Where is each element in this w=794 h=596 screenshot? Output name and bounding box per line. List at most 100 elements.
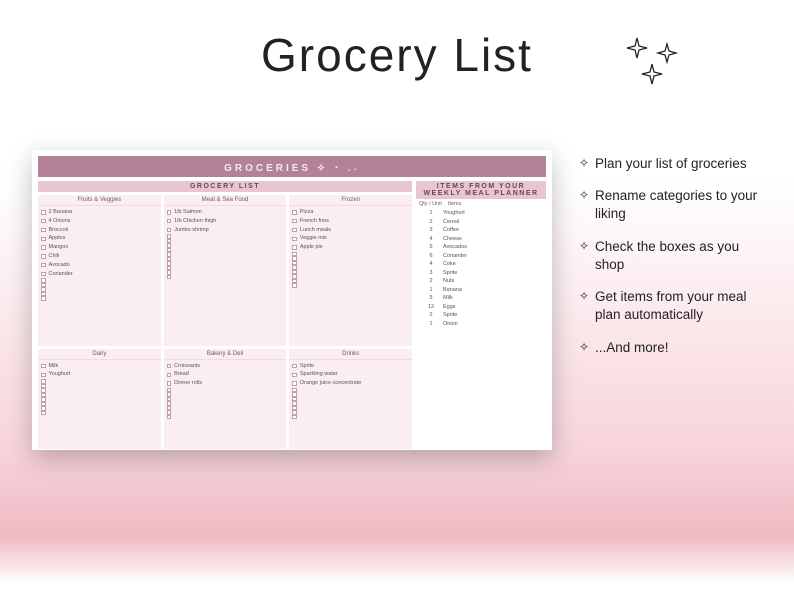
stars-icon [619, 30, 689, 90]
grocery-item: Avocado [41, 261, 158, 270]
item-label: Dinner rolls [174, 379, 202, 388]
planner-qty: 4 [419, 235, 443, 244]
checkbox[interactable] [167, 364, 172, 369]
items-col-header: Items [448, 201, 461, 207]
checkbox[interactable] [292, 415, 297, 420]
planner-qty: 12 [419, 303, 443, 312]
qty-col-header: Qty / Unit [419, 201, 442, 207]
planner-row: 4Cheese [419, 235, 543, 244]
checkbox[interactable] [167, 219, 172, 224]
planner-row: 12Eggs [419, 303, 543, 312]
planner-item: Nuts [443, 277, 543, 286]
checkbox[interactable] [292, 245, 297, 250]
category-column: Fruits & Veggies2 Banana4 OnionsBroccoli… [38, 195, 161, 346]
checkbox[interactable] [41, 210, 46, 215]
grocery-item-empty [41, 296, 158, 301]
item-label: 1lb Salmon [174, 208, 202, 217]
item-label: Veggie mix [300, 234, 327, 243]
grocery-item: 2 Banana [41, 208, 158, 217]
planner-item: Youghurt [443, 209, 543, 218]
checkbox[interactable] [292, 283, 297, 288]
planner-row: 3Sprite [419, 269, 543, 278]
grocery-item: Pizza [292, 208, 409, 217]
item-label: Sparkling water [300, 370, 338, 379]
item-label: Milk [49, 362, 59, 371]
category-title: Frozen [289, 195, 412, 206]
checkbox[interactable] [41, 254, 46, 259]
planner-row: 5Avocados [419, 243, 543, 252]
checkbox[interactable] [41, 263, 46, 268]
feature-item: Plan your list of groceries [579, 155, 764, 173]
item-label: Apples [49, 234, 66, 243]
planner-qty: 5 [419, 243, 443, 252]
item-label: Sprite [300, 362, 314, 371]
checkbox[interactable] [167, 381, 172, 386]
item-label: Pizza [300, 208, 313, 217]
planner-row: 4Coke [419, 260, 543, 269]
checkbox[interactable] [292, 210, 297, 215]
planner-row: 1Banana [419, 286, 543, 295]
category-title: Fruits & Veggies [38, 195, 161, 206]
planner-row: 1Youghurt [419, 209, 543, 218]
planner-row: 5Milk [419, 294, 543, 303]
planner-qty: 2 [419, 311, 443, 320]
planner-item: Coke [443, 260, 543, 269]
grocery-item: 1lb Salmon [167, 208, 284, 217]
checkbox[interactable] [41, 237, 46, 242]
category-title: Drinks [289, 349, 412, 360]
grocery-item: Lunch meals [292, 226, 409, 235]
item-label: Apple pie [300, 243, 323, 252]
item-label: Youghurt [49, 370, 71, 379]
planner-item: Cereal [443, 218, 543, 227]
planner-row: 6Coriander [419, 252, 543, 261]
checkbox[interactable] [167, 373, 172, 378]
checkbox[interactable] [292, 237, 297, 242]
grocery-item: Youghurt [41, 370, 158, 379]
spreadsheet-preview: GROCERIES ✧ ･ .˖ GROCERY LIST Fruits & V… [32, 150, 552, 450]
category-column: DrinksSpriteSparkling waterOrange juice … [289, 349, 412, 449]
item-label: Broccoli [49, 226, 69, 235]
checkbox[interactable] [292, 373, 297, 378]
checkbox[interactable] [41, 373, 46, 378]
planner-qty: 1 [419, 320, 443, 329]
checkbox[interactable] [292, 381, 297, 386]
checkbox[interactable] [167, 228, 172, 233]
checkbox[interactable] [41, 364, 46, 369]
category-title: Dairy [38, 349, 161, 360]
grocery-item: Chili [41, 252, 158, 261]
grocery-item: Apples [41, 234, 158, 243]
checkbox[interactable] [292, 228, 297, 233]
grocery-item: Milk [41, 362, 158, 371]
planner-item: Onion [443, 320, 543, 329]
grocery-item: Mangos [41, 243, 158, 252]
item-label: French fries [300, 217, 329, 226]
planner-qty: 2 [419, 277, 443, 286]
planner-row: 1Onion [419, 320, 543, 329]
checkbox[interactable] [167, 415, 172, 420]
checkbox[interactable] [41, 228, 46, 233]
feature-item: Check the boxes as you shop [579, 238, 764, 274]
checkbox[interactable] [167, 210, 172, 215]
checkbox[interactable] [41, 219, 46, 224]
checkbox[interactable] [41, 296, 46, 301]
checkbox[interactable] [41, 272, 46, 277]
planner-qty: 3 [419, 269, 443, 278]
grocery-item: Dinner rolls [167, 379, 284, 388]
planner-qty: 6 [419, 252, 443, 261]
planner-item: Eggs [443, 303, 543, 312]
planner-qty: 5 [419, 294, 443, 303]
grocery-item: Sprite [292, 362, 409, 371]
planner-row: 3Coffee [419, 226, 543, 235]
grocery-item: Jumbo shrimp [167, 226, 284, 235]
grocery-item-empty [167, 275, 284, 280]
feature-list: Plan your list of groceries Rename categ… [579, 155, 764, 371]
item-label: Avocado [49, 261, 70, 270]
checkbox[interactable] [167, 275, 172, 280]
grocery-item: Apple pie [292, 243, 409, 252]
checkbox[interactable] [41, 411, 46, 416]
checkbox[interactable] [41, 245, 46, 250]
checkbox[interactable] [292, 364, 297, 369]
checkbox[interactable] [292, 219, 297, 224]
category-title: Bakery & Deli [164, 349, 287, 360]
grocery-item: Sparkling water [292, 370, 409, 379]
